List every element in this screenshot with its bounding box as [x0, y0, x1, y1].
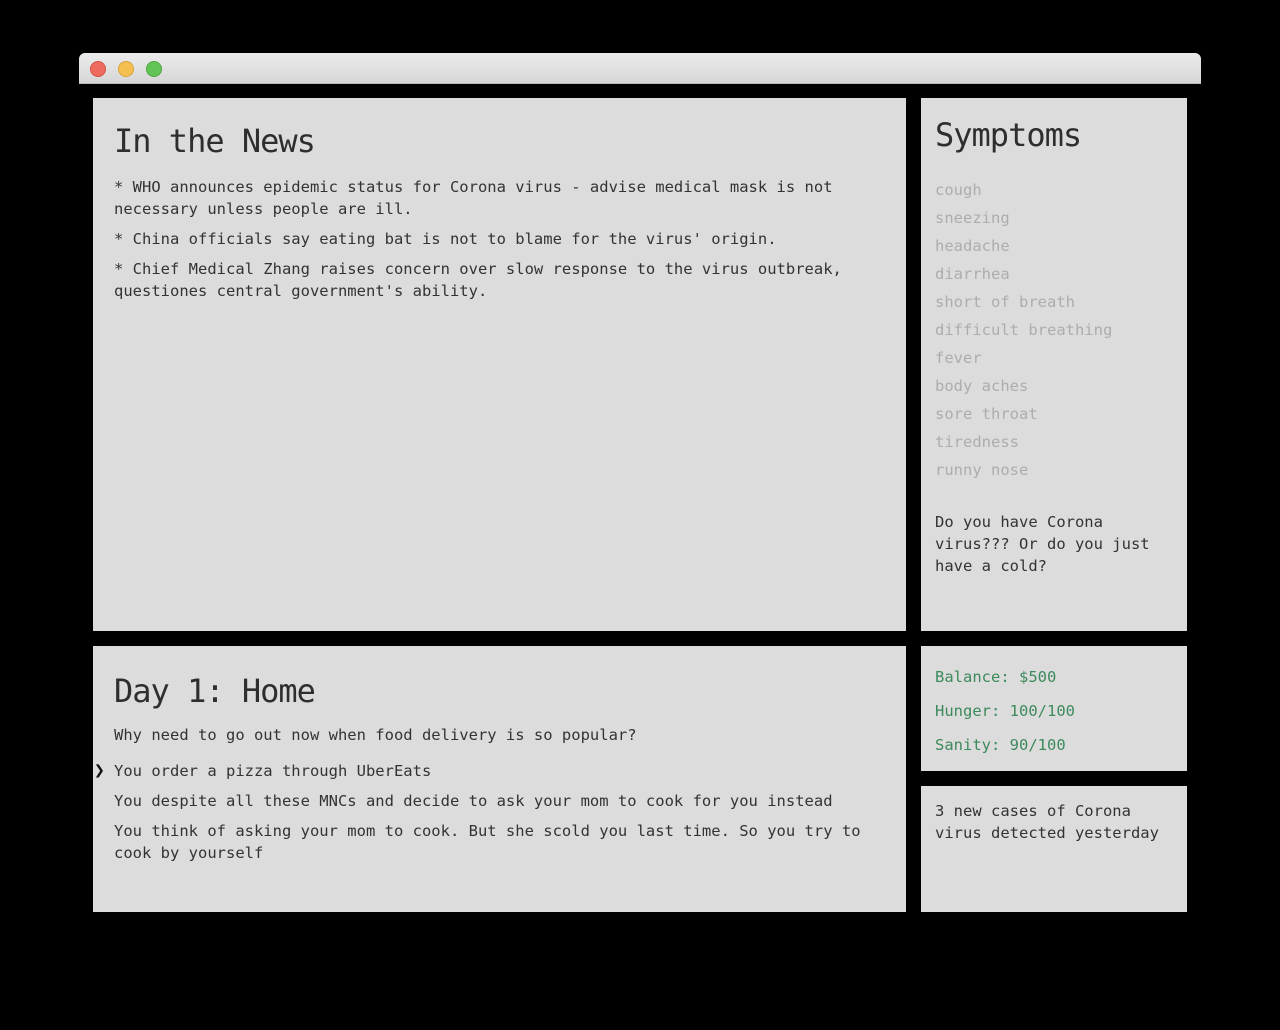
symptom-item: sore throat [935, 405, 1038, 423]
close-window-button[interactable] [90, 61, 106, 77]
window-titlebar[interactable] [79, 53, 1201, 84]
symptom-item: short of breath [935, 293, 1075, 311]
choice-option[interactable]: You despite all these MNCs and decide to… [114, 790, 885, 812]
symptom-item: difficult breathing [935, 321, 1113, 339]
alert-panel: 3 new cases of Corona virus detected yes… [921, 786, 1187, 912]
news-item: * China officials say eating bat is not … [114, 230, 777, 248]
symptom-item: diarrhea [935, 265, 1010, 283]
balance-stat: Balance: $500 [935, 668, 1057, 686]
app-window: In the News * WHO announces epidemic sta… [79, 53, 1201, 925]
symptom-question: Do you have Corona virus??? Or do you ju… [935, 513, 1150, 575]
choice-option-selected[interactable]: ❯ You order a pizza through UberEats [94, 760, 885, 782]
symptoms-panel: Symptoms cough sneezing headache diarrhe… [921, 98, 1187, 631]
symptom-item: fever [935, 349, 982, 367]
news-panel: In the News * WHO announces epidemic sta… [93, 98, 906, 631]
zoom-window-button[interactable] [146, 61, 162, 77]
choice-label: You think of asking your mom to cook. Bu… [114, 822, 861, 862]
symptom-item: tiredness [935, 433, 1019, 451]
case-alert-text: 3 new cases of Corona virus detected yes… [935, 802, 1159, 842]
choice-label: You despite all these MNCs and decide to… [114, 792, 833, 810]
symptom-item: runny nose [935, 461, 1029, 479]
sanity-stat: Sanity: 90/100 [935, 736, 1066, 754]
news-item: * WHO announces epidemic status for Coro… [114, 178, 833, 218]
day-title: Day 1: Home [114, 672, 316, 710]
minimize-window-button[interactable] [118, 61, 134, 77]
choice-label: You order a pizza through UberEats [114, 762, 432, 780]
hunger-stat: Hunger: 100/100 [935, 702, 1075, 720]
selection-cursor-icon: ❯ [94, 760, 105, 781]
day-description: Why need to go out now when food deliver… [114, 726, 637, 744]
symptom-item: cough [935, 181, 982, 199]
symptom-item: body aches [935, 377, 1029, 395]
news-item: * Chief Medical Zhang raises concern ove… [114, 260, 842, 300]
symptom-item: headache [935, 237, 1010, 255]
stats-panel: Balance: $500 Hunger: 100/100 Sanity: 90… [921, 646, 1187, 771]
symptoms-title: Symptoms [935, 116, 1082, 154]
day-panel: Day 1: Home Why need to go out now when … [93, 646, 906, 912]
symptom-list: cough sneezing headache diarrhea short o… [935, 176, 1173, 484]
choice-option[interactable]: You think of asking your mom to cook. Bu… [114, 820, 885, 864]
news-title: In the News [114, 122, 316, 160]
symptom-item: sneezing [935, 209, 1010, 227]
